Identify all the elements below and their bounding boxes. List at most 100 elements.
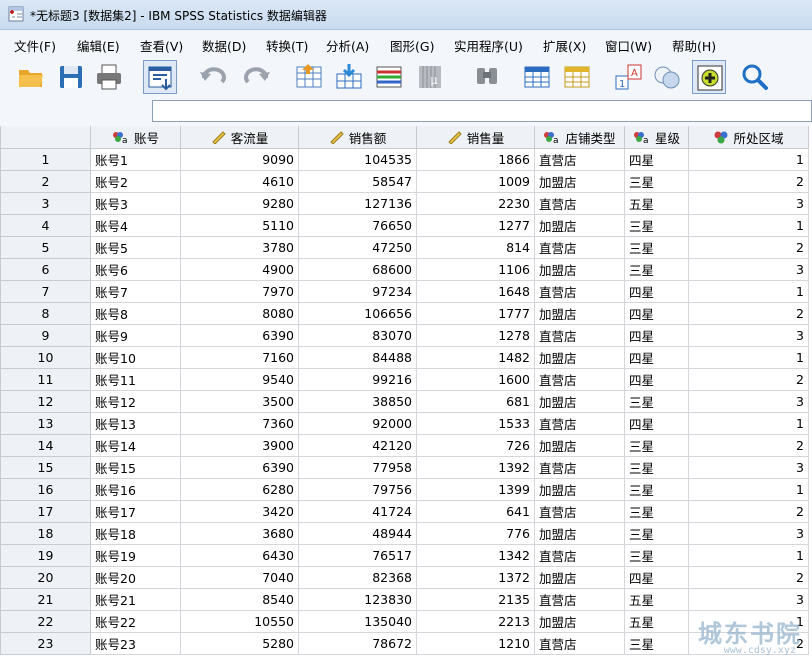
data-cell[interactable]: 账号6 (90, 258, 181, 281)
data-cell[interactable]: 1600 (416, 368, 535, 391)
data-cell[interactable]: 6430 (180, 544, 299, 567)
data-cell[interactable]: 加盟店 (534, 258, 625, 281)
data-cell[interactable]: 3900 (180, 434, 299, 457)
row-number[interactable]: 18 (0, 522, 91, 545)
row-number[interactable]: 8 (0, 302, 91, 325)
data-cell[interactable]: 47250 (298, 236, 417, 259)
data-cell[interactable]: 76517 (298, 544, 417, 567)
dialog-recall-icon[interactable] (143, 60, 177, 94)
data-cell[interactable]: 2 (688, 434, 809, 457)
data-cell[interactable]: 2230 (416, 192, 535, 215)
data-cell[interactable]: 加盟店 (534, 390, 625, 413)
menu-help[interactable]: 帮助(H) (672, 36, 716, 55)
data-cell[interactable]: 9280 (180, 192, 299, 215)
data-cell[interactable]: 3 (688, 258, 809, 281)
data-cell[interactable]: 账号13 (90, 412, 181, 435)
data-cell[interactable]: 1482 (416, 346, 535, 369)
data-cell[interactable]: 三星 (624, 170, 689, 193)
data-cell[interactable]: 76650 (298, 214, 417, 237)
data-cell[interactable]: 账号12 (90, 390, 181, 413)
data-cell[interactable]: 四星 (624, 302, 689, 325)
data-cell[interactable]: 五星 (624, 610, 689, 633)
data-cell[interactable]: 直营店 (534, 588, 625, 611)
data-cell[interactable]: 直营店 (534, 544, 625, 567)
data-cell[interactable]: 账号1 (90, 148, 181, 171)
data-cell[interactable]: 直营店 (534, 324, 625, 347)
data-cell[interactable]: 4610 (180, 170, 299, 193)
data-cell[interactable]: 3 (688, 588, 809, 611)
data-cell[interactable]: 五星 (624, 588, 689, 611)
data-cell[interactable]: 账号16 (90, 478, 181, 501)
data-cell[interactable]: 58547 (298, 170, 417, 193)
data-cell[interactable]: 1648 (416, 280, 535, 303)
data-cell[interactable]: 1 (688, 346, 809, 369)
data-cell[interactable]: 7040 (180, 566, 299, 589)
column-header-traffic[interactable]: 客流量 (180, 126, 299, 149)
data-cell[interactable]: 账号7 (90, 280, 181, 303)
row-number[interactable]: 9 (0, 324, 91, 347)
data-cell[interactable]: 四星 (624, 368, 689, 391)
data-cell[interactable]: 2 (688, 236, 809, 259)
data-cell[interactable]: 三星 (624, 522, 689, 545)
data-cell[interactable]: 账号15 (90, 456, 181, 479)
data-cell[interactable]: 四星 (624, 280, 689, 303)
print-icon[interactable] (92, 60, 126, 94)
data-cell[interactable]: 3 (688, 390, 809, 413)
data-cell[interactable]: 四星 (624, 148, 689, 171)
data-cell[interactable]: 82368 (298, 566, 417, 589)
data-cell[interactable]: 1 (688, 544, 809, 567)
data-cell[interactable]: 3780 (180, 236, 299, 259)
data-cell[interactable]: 7160 (180, 346, 299, 369)
data-cell[interactable]: 1392 (416, 456, 535, 479)
row-number[interactable]: 12 (0, 390, 91, 413)
data-cell[interactable]: 3680 (180, 522, 299, 545)
split-file-icon[interactable]: 1A (612, 60, 646, 94)
data-cell[interactable]: 1277 (416, 214, 535, 237)
data-cell[interactable]: 3 (688, 522, 809, 545)
data-cell[interactable]: 42120 (298, 434, 417, 457)
data-cell[interactable]: 4900 (180, 258, 299, 281)
data-cell[interactable]: 3 (688, 324, 809, 347)
menu-transform[interactable]: 转换(T) (266, 36, 308, 55)
data-cell[interactable]: 41724 (298, 500, 417, 523)
menu-view[interactable]: 查看(V) (140, 36, 183, 55)
menu-graphs[interactable]: 图形(G) (390, 36, 434, 55)
column-header-store-type[interactable]: a 店铺类型 (534, 126, 625, 149)
data-cell[interactable]: 账号3 (90, 192, 181, 215)
row-number[interactable]: 13 (0, 412, 91, 435)
menu-edit[interactable]: 编辑(E) (77, 36, 120, 55)
data-cell[interactable]: 三星 (624, 214, 689, 237)
data-cell[interactable]: 92000 (298, 412, 417, 435)
data-cell[interactable]: 104535 (298, 148, 417, 171)
data-cell[interactable]: 5110 (180, 214, 299, 237)
data-cell[interactable]: 48944 (298, 522, 417, 545)
data-cell[interactable]: 97234 (298, 280, 417, 303)
data-cell[interactable]: 直营店 (534, 148, 625, 171)
data-cell[interactable]: 776 (416, 522, 535, 545)
data-cell[interactable]: 123830 (298, 588, 417, 611)
data-cell[interactable]: 1278 (416, 324, 535, 347)
data-cell[interactable]: 三星 (624, 236, 689, 259)
data-cell[interactable]: 2 (688, 632, 809, 655)
data-cell[interactable]: 2 (688, 368, 809, 391)
data-cell[interactable]: 加盟店 (534, 566, 625, 589)
data-cell[interactable]: 814 (416, 236, 535, 259)
data-cell[interactable]: 2 (688, 302, 809, 325)
data-cell[interactable]: 三星 (624, 478, 689, 501)
data-cell[interactable]: 127136 (298, 192, 417, 215)
save-icon[interactable] (54, 60, 88, 94)
row-number[interactable]: 21 (0, 588, 91, 611)
data-cell[interactable]: 账号19 (90, 544, 181, 567)
data-cell[interactable]: 直营店 (534, 236, 625, 259)
data-cell[interactable]: 账号10 (90, 346, 181, 369)
data-cell[interactable]: 99216 (298, 368, 417, 391)
data-cell[interactable]: 77958 (298, 456, 417, 479)
data-cell[interactable]: 84488 (298, 346, 417, 369)
data-cell[interactable]: 三星 (624, 434, 689, 457)
data-cell[interactable]: 9090 (180, 148, 299, 171)
weight-cases-icon[interactable] (650, 60, 684, 94)
data-cell[interactable]: 2135 (416, 588, 535, 611)
row-number[interactable]: 2 (0, 170, 91, 193)
data-cell[interactable]: 78672 (298, 632, 417, 655)
menu-extensions[interactable]: 扩展(X) (543, 36, 586, 55)
